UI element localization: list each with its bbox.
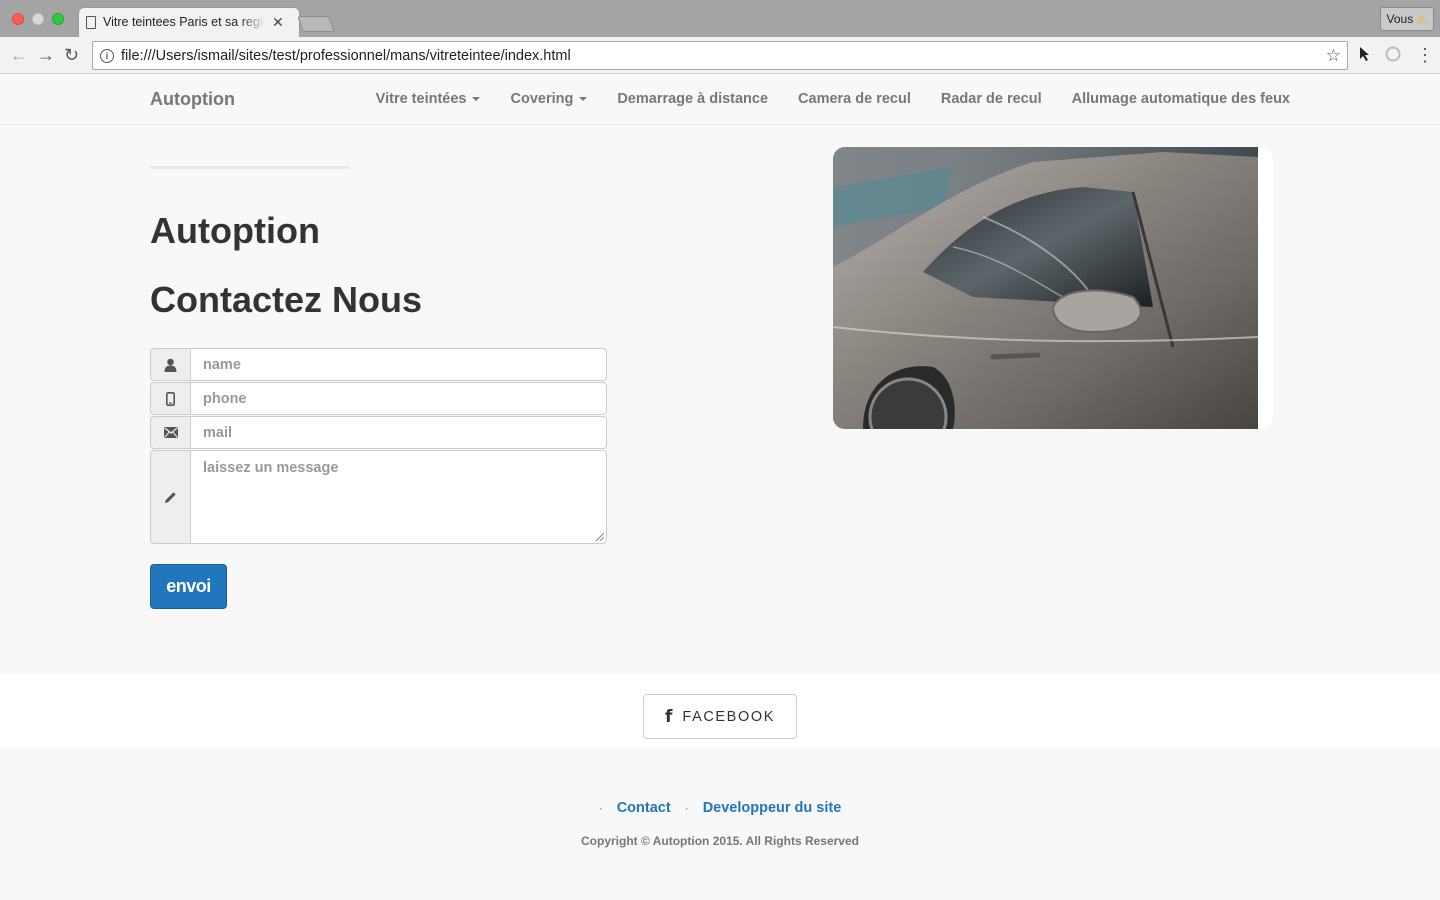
copyright-text: Copyright © Autoption 2015. All Rights R… xyxy=(581,834,859,848)
caret-down-icon xyxy=(579,97,588,101)
footer-link-contact[interactable]: Contact xyxy=(617,800,671,816)
contact-heading: Contactez Nous xyxy=(150,279,423,320)
contact-form: name phone mail laissez un message xyxy=(150,348,607,545)
facebook-icon: f xyxy=(665,706,673,727)
back-arrow-icon[interactable]: ← xyxy=(10,45,28,65)
document-icon xyxy=(86,15,96,29)
user-icon xyxy=(150,348,190,381)
mail-input[interactable]: mail xyxy=(190,416,607,449)
nav-item-label: Vitre teintées xyxy=(375,91,467,107)
caret-down-icon xyxy=(472,97,481,101)
url-text[interactable]: file:///Users/ismail/sites/test/professi… xyxy=(121,48,571,64)
social-section: f FACEBOOK xyxy=(0,674,1440,748)
navbar-menu: Vitre teintées Covering Demarrage à dist… xyxy=(376,74,1290,124)
send-button[interactable]: envoi xyxy=(150,564,227,609)
nav-item-vitre-teintees[interactable]: Vitre teintées xyxy=(376,91,481,107)
nav-item-camera[interactable]: Camera de recul xyxy=(798,91,911,107)
extension-circle-icon[interactable] xyxy=(1385,46,1401,66)
browser-tab-content[interactable]: Vitre teintees Paris et sa region ✕ xyxy=(86,7,296,37)
warning-icon: ⚠ xyxy=(1416,12,1427,26)
page-title: Autoption xyxy=(150,210,320,251)
footer-separator: · xyxy=(598,801,603,815)
phone-icon xyxy=(150,382,190,415)
profile-label: Vous xyxy=(1386,12,1414,26)
browser-toolbar: ← → ↻ i file:///Users/ismail/sites/test/… xyxy=(0,37,1440,74)
heading-divider xyxy=(150,166,350,169)
minimize-window-button[interactable] xyxy=(32,13,44,25)
close-window-button[interactable] xyxy=(12,13,24,25)
name-input[interactable]: name xyxy=(190,348,607,381)
profile-button[interactable]: Vous ⚠ xyxy=(1379,7,1434,31)
maximize-window-button[interactable] xyxy=(52,13,64,25)
resize-handle[interactable] xyxy=(596,533,604,541)
forward-arrow-icon[interactable]: → xyxy=(37,45,55,65)
facebook-label: FACEBOOK xyxy=(682,708,775,725)
name-group: name xyxy=(150,348,607,381)
phone-group: phone xyxy=(150,382,607,415)
navbar-brand[interactable]: Autoption xyxy=(150,89,235,110)
nav-item-demarrage[interactable]: Demarrage à distance xyxy=(617,91,768,107)
nav-item-allumage[interactable]: Allumage automatique des feux xyxy=(1072,91,1290,107)
message-placeholder: laissez un message xyxy=(203,460,339,476)
address-bar[interactable]: i file:///Users/ismail/sites/test/profes… xyxy=(92,41,1348,70)
car-photo xyxy=(833,147,1273,429)
browser-menu-icon[interactable]: ⋮ xyxy=(1416,45,1434,65)
mail-group: mail xyxy=(150,416,607,449)
footer-link-developpeur[interactable]: Developpeur du site xyxy=(703,800,842,816)
site-navbar: Autoption Vitre teintées Covering Demarr… xyxy=(0,74,1440,125)
tab-title: Vitre teintees Paris et sa region xyxy=(103,15,265,29)
footer-separator: · xyxy=(684,801,689,815)
browser-titlebar: Vitre teintees Paris et sa region ✕ Vous… xyxy=(0,0,1440,38)
nav-item-covering[interactable]: Covering xyxy=(510,91,588,107)
nav-item-label: Covering xyxy=(510,91,574,107)
facebook-button[interactable]: f FACEBOOK xyxy=(643,694,797,739)
extension-cursor-icon[interactable] xyxy=(1358,46,1374,66)
envelope-icon xyxy=(150,416,190,449)
info-icon[interactable]: i xyxy=(100,48,114,63)
pencil-icon xyxy=(150,450,190,544)
footer-links: · Contact · Developpeur du site xyxy=(0,800,1440,816)
phone-input[interactable]: phone xyxy=(190,382,607,415)
tab-close-icon[interactable]: ✕ xyxy=(272,15,284,29)
reload-icon[interactable]: ↻ xyxy=(64,45,79,65)
message-group: laissez un message xyxy=(150,450,607,544)
message-textarea[interactable]: laissez un message xyxy=(190,450,607,544)
bookmark-star-icon[interactable]: ☆ xyxy=(1326,46,1341,66)
new-tab-button[interactable] xyxy=(297,16,335,32)
nav-item-radar[interactable]: Radar de recul xyxy=(941,91,1042,107)
